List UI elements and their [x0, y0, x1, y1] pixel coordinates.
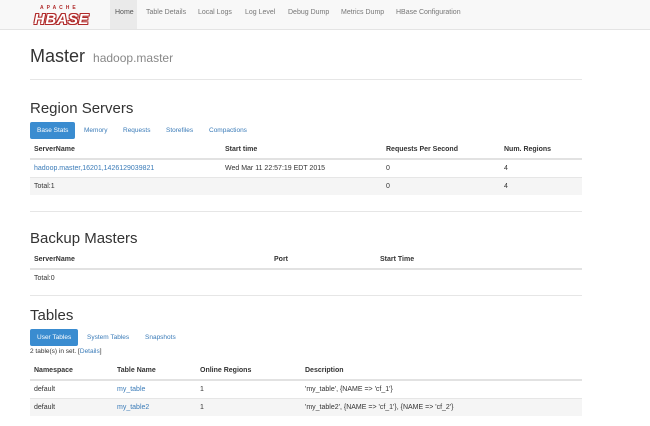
table-header-row: Namespace Table Name Online Regions Desc… — [30, 362, 582, 381]
tab-snapshots[interactable]: Snapshots — [138, 329, 183, 346]
user-tables-table: Namespace Table Name Online Regions Desc… — [30, 362, 582, 416]
backup-masters-heading: Backup Masters — [30, 230, 138, 247]
nav-log-level[interactable]: Log Level — [245, 0, 275, 29]
top-navbar: APACHE HBASE Home Table Details Local Lo… — [0, 0, 650, 30]
total-label: Total:0 — [34, 275, 55, 282]
requests-cell: 0 — [382, 158, 500, 177]
nav-metrics-dump[interactable]: Metrics Dump — [341, 0, 384, 29]
nav-hbase-configuration[interactable]: HBase Configuration — [396, 0, 461, 29]
region-servers-heading: Region Servers — [30, 100, 134, 117]
tab-base-stats[interactable]: Base Stats — [30, 122, 76, 139]
section-divider — [30, 79, 582, 80]
tab-memory[interactable]: Memory — [77, 122, 114, 139]
column-header: Requests Per Second — [382, 141, 500, 160]
total-requests-cell: 0 — [382, 176, 500, 195]
namespace-cell: default — [30, 379, 113, 398]
column-header: Description — [301, 362, 582, 381]
column-header: ServerName — [30, 251, 270, 270]
section-divider — [30, 295, 582, 296]
hbase-logo[interactable]: APACHE HBASE — [34, 5, 102, 28]
tab-user-tables[interactable]: User Tables — [30, 329, 79, 346]
table-row: hadoop.master,16201,1426129039821 Wed Ma… — [30, 158, 582, 177]
column-header: Num. Regions — [500, 141, 582, 160]
description-cell: 'my_table2', {NAME => 'cf_1'}, {NAME => … — [301, 397, 582, 416]
tables-count-note: 2 table(s) in set. [Details] — [30, 348, 102, 355]
details-link[interactable]: Details — [80, 348, 100, 355]
table-row: default my_table2 1 'my_table2', {NAME =… — [30, 397, 582, 416]
tab-requests[interactable]: Requests — [116, 122, 157, 139]
tab-compactions[interactable]: Compactions — [202, 122, 254, 139]
backup-masters-table: ServerName Port Start Time Total:0 — [30, 251, 582, 287]
empty-cell — [221, 176, 382, 195]
page-title: Master hadoop.master — [30, 46, 173, 67]
column-header: ServerName — [30, 141, 221, 160]
column-header: Port — [270, 251, 376, 270]
total-regions-cell: 4 — [500, 176, 582, 195]
column-header: Start time — [221, 141, 382, 160]
nav-debug-dump[interactable]: Debug Dump — [288, 0, 329, 29]
column-header: Namespace — [30, 362, 113, 381]
online-regions-cell: 1 — [196, 379, 301, 398]
table-total-row: Total:0 — [30, 269, 582, 287]
table-name-link[interactable]: my_table — [117, 386, 145, 393]
empty-cell — [376, 269, 582, 287]
column-header: Table Name — [113, 362, 196, 381]
section-divider — [30, 211, 582, 212]
column-header: Start Time — [376, 251, 582, 270]
total-label: Total:1 — [30, 176, 221, 195]
tables-count-text: 2 table(s) in set. — [30, 348, 77, 355]
nav-local-logs[interactable]: Local Logs — [198, 0, 232, 29]
online-regions-cell: 1 — [196, 397, 301, 416]
server-name-link[interactable]: hadoop.master,16201,1426129039821 — [34, 165, 154, 172]
tables-heading: Tables — [30, 307, 74, 324]
nav-home[interactable]: Home — [110, 0, 137, 29]
table-total-row: Total:1 0 4 — [30, 176, 582, 195]
table-header-row: ServerName Port Start Time — [30, 251, 582, 270]
page-subtitle: hadoop.master — [93, 51, 174, 65]
table-header-row: ServerName Start time Requests Per Secon… — [30, 141, 582, 160]
tab-system-tables[interactable]: System Tables — [80, 329, 136, 346]
namespace-cell: default — [30, 397, 113, 416]
empty-cell — [270, 269, 376, 287]
page-title-text: Master — [30, 46, 86, 66]
logo-hbase-text: HBASE — [34, 11, 90, 28]
region-servers-table: ServerName Start time Requests Per Secon… — [30, 141, 582, 195]
tab-storefiles[interactable]: Storefiles — [159, 122, 200, 139]
table-row: default my_table 1 'my_table', {NAME => … — [30, 379, 582, 398]
nav-table-details[interactable]: Table Details — [146, 0, 186, 29]
table-name-link[interactable]: my_table2 — [117, 404, 149, 411]
start-time-cell: Wed Mar 11 22:57:19 EDT 2015 — [221, 158, 382, 177]
description-cell: 'my_table', {NAME => 'cf_1'} — [301, 379, 582, 398]
regions-cell: 4 — [500, 158, 582, 177]
column-header: Online Regions — [196, 362, 301, 381]
